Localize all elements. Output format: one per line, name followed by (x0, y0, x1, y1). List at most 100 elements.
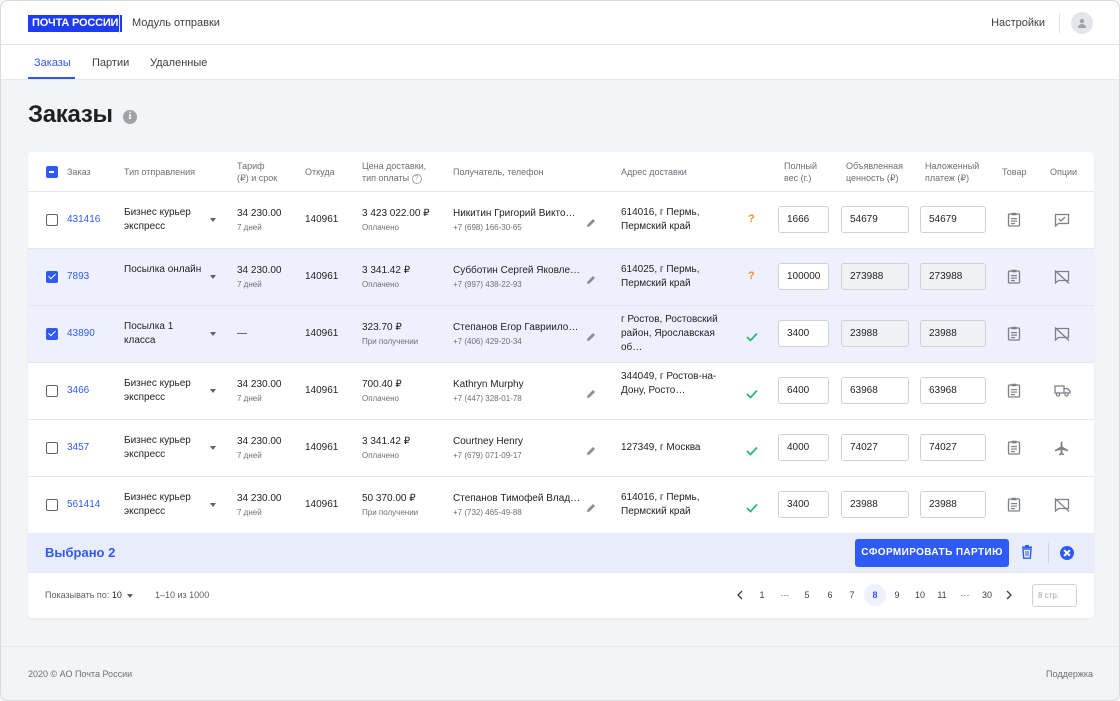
tab-deleted[interactable]: Удаленные (150, 57, 207, 69)
ship-type[interactable]: Посылка 1 класса (124, 320, 204, 348)
row-checkbox[interactable] (46, 385, 58, 397)
table-row[interactable]: 3466 Бизнес курьер экспресс 34 230.00 7 … (28, 363, 1094, 420)
declared-value-input[interactable]: 23988 (841, 491, 909, 518)
no-comment-icon[interactable] (1054, 327, 1070, 346)
ship-type[interactable]: Бизнес курьер экспресс (124, 434, 204, 462)
chevron-down-icon[interactable] (210, 218, 216, 222)
tab-orders[interactable]: Заказы (34, 57, 71, 69)
ship-type[interactable]: Посылка онлайн (124, 263, 204, 277)
page-button[interactable]: 10 (909, 584, 931, 606)
ship-type[interactable]: Бизнес курьер экспресс (124, 206, 204, 234)
pencil-icon[interactable] (586, 386, 596, 404)
cod-input[interactable]: 23988 (920, 491, 986, 518)
order-link[interactable]: 431416 (67, 214, 100, 225)
cod-input[interactable]: 63968 (920, 377, 986, 404)
pencil-icon[interactable] (586, 329, 596, 347)
chevron-down-icon[interactable] (210, 389, 216, 393)
order-link[interactable]: 7893 (67, 271, 89, 282)
clipboard-icon[interactable] (1007, 497, 1021, 517)
truck-icon[interactable] (1054, 384, 1071, 402)
recipient-name: Степанов Тимофей Влад… (453, 493, 581, 504)
info-icon[interactable]: i (123, 110, 137, 124)
clipboard-icon[interactable] (1007, 269, 1021, 289)
table-row[interactable]: 561414 Бизнес курьер экспресс 34 230.00 … (28, 477, 1094, 534)
table-row[interactable]: 43890 Посылка 1 класса — 140961 323.70 ₽… (28, 306, 1094, 363)
pencil-icon[interactable] (586, 272, 596, 290)
cod-input[interactable]: 54679 (920, 206, 986, 233)
declared-value-input[interactable]: 54679 (841, 206, 909, 233)
page-button[interactable]: 30 (976, 584, 998, 606)
weight-input[interactable]: 6400 (778, 377, 829, 404)
recipient-phone: +7 (732) 465-49-88 (453, 508, 522, 517)
declared-value-input[interactable]: 23988 (841, 320, 909, 347)
page-button[interactable]: 7 (841, 584, 863, 606)
delivery-price: 50 370.00 ₽ (362, 493, 416, 504)
declared-value-input[interactable]: 63968 (841, 377, 909, 404)
weight-input[interactable]: 100000 (778, 263, 829, 290)
warning-icon[interactable]: ? (748, 270, 755, 282)
page-button[interactable]: 6 (819, 584, 841, 606)
help-icon[interactable]: ? (411, 173, 422, 184)
chevron-right-icon[interactable] (998, 584, 1020, 606)
clipboard-icon[interactable] (1007, 440, 1021, 460)
close-icon[interactable] (1060, 546, 1074, 560)
pencil-icon[interactable] (586, 215, 596, 233)
no-comment-icon[interactable] (1054, 498, 1070, 517)
ship-type[interactable]: Бизнес курьер экспресс (124, 491, 204, 519)
form-batch-button[interactable]: СФОРМИРОВАТЬ ПАРТИЮ (855, 539, 1009, 567)
cod-input[interactable]: 273988 (920, 263, 986, 290)
order-link[interactable]: 43890 (67, 328, 95, 339)
no-comment-icon[interactable] (1054, 270, 1070, 289)
avatar[interactable] (1071, 12, 1093, 34)
chevron-down-icon[interactable] (210, 275, 216, 279)
select-all-checkbox[interactable] (46, 166, 58, 178)
order-link[interactable]: 3457 (67, 442, 89, 453)
checked-comment-icon[interactable] (1054, 213, 1070, 232)
page-button[interactable]: 5 (796, 584, 818, 606)
page-size-selector[interactable]: Показывать по: 10 (45, 590, 134, 600)
weight-input[interactable]: 4000 (778, 434, 829, 461)
trash-icon[interactable] (1021, 545, 1033, 559)
app-window: ПОЧТА РОССИИ Модуль отправки Настройки З… (0, 0, 1120, 701)
support-link[interactable]: Поддержка (1046, 669, 1093, 679)
order-link[interactable]: 3466 (67, 385, 89, 396)
clipboard-icon[interactable] (1007, 383, 1021, 403)
table-row[interactable]: 7893 Посылка онлайн 34 230.00 7 дней 140… (28, 249, 1094, 306)
chevron-left-icon[interactable] (729, 584, 751, 606)
weight-input[interactable]: 3400 (778, 320, 829, 347)
settings-link[interactable]: Настройки (991, 17, 1045, 29)
weight-input[interactable]: 3400 (778, 491, 829, 518)
cod-input[interactable]: 23988 (920, 320, 986, 347)
order-link[interactable]: 561414 (67, 499, 100, 510)
page-button[interactable]: 1 (751, 584, 773, 606)
chevron-down-icon[interactable] (210, 503, 216, 507)
row-checkbox[interactable] (46, 442, 58, 454)
declared-value-input[interactable]: 74027 (841, 434, 909, 461)
chevron-down-icon[interactable] (210, 332, 216, 336)
row-checkbox[interactable] (46, 271, 58, 283)
row-checkbox[interactable] (46, 499, 58, 511)
goto-page-input[interactable]: 8 стр. (1032, 584, 1077, 607)
tab-batches[interactable]: Партии (92, 57, 129, 69)
ship-type[interactable]: Бизнес курьер экспресс (124, 377, 204, 405)
pencil-icon[interactable] (586, 443, 596, 461)
chevron-down-icon[interactable] (210, 446, 216, 450)
warning-icon[interactable]: ? (748, 213, 755, 225)
weight-input[interactable]: 1666 (778, 206, 829, 233)
pencil-icon[interactable] (586, 500, 596, 518)
table-row[interactable]: 3457 Бизнес курьер экспресс 34 230.00 7 … (28, 420, 1094, 477)
logo[interactable]: ПОЧТА РОССИИ (28, 15, 123, 32)
declared-value-input[interactable]: 273988 (841, 263, 909, 290)
cod-input[interactable]: 74027 (920, 434, 986, 461)
range-info: 1–10 из 1000 (155, 590, 210, 600)
page-button[interactable]: 8 (864, 584, 886, 606)
clipboard-icon[interactable] (1007, 212, 1021, 232)
delivery-address: 127349, г Москва (621, 442, 701, 453)
row-checkbox[interactable] (46, 214, 58, 226)
table-row[interactable]: 431416 Бизнес курьер экспресс 34 230.00 … (28, 192, 1094, 249)
clipboard-icon[interactable] (1007, 326, 1021, 346)
page-button[interactable]: 9 (886, 584, 908, 606)
airplane-icon[interactable] (1054, 441, 1069, 461)
row-checkbox[interactable] (46, 328, 58, 340)
page-button[interactable]: 11 (931, 584, 953, 606)
